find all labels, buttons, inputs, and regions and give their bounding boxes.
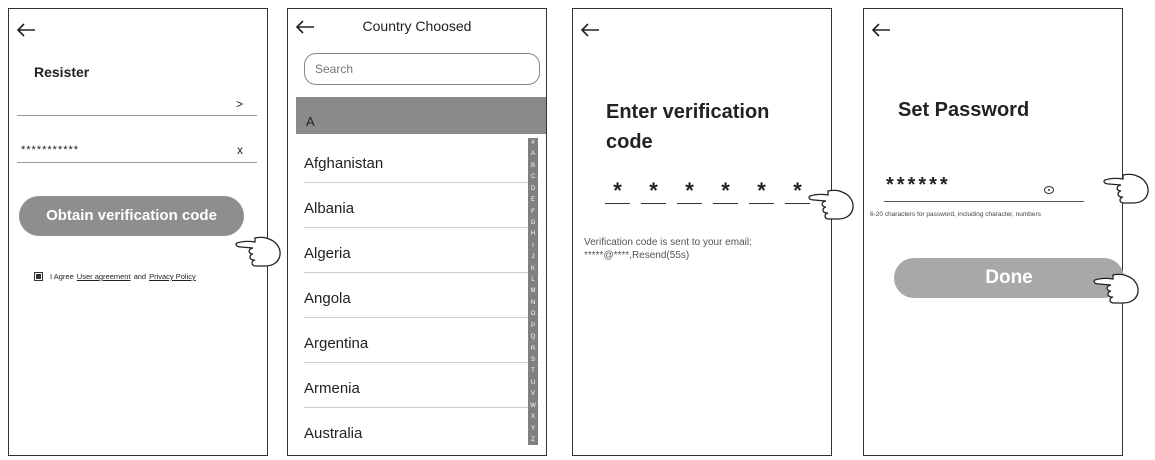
alphabet-letter[interactable]: # — [531, 140, 534, 146]
alphabet-letter[interactable]: I — [532, 243, 534, 249]
password-hint: 6-20 characters for password, including … — [870, 211, 1041, 218]
alphabet-letter[interactable]: R — [531, 346, 535, 352]
alphabet-letter[interactable]: O — [531, 311, 536, 317]
country-item[interactable]: Afghanistan — [304, 138, 539, 183]
alphabet-letter[interactable]: T — [531, 368, 535, 374]
alphabet-letter[interactable]: N — [531, 300, 535, 306]
alphabet-letter[interactable]: A — [531, 151, 535, 157]
country-item[interactable]: Angola — [304, 273, 539, 318]
alphabet-letter[interactable]: V — [531, 391, 535, 397]
set-password-screen: Set Password ****** 6-20 characters for … — [863, 8, 1124, 456]
agreement-row: I Agree User agreement and Privacy Polic… — [34, 272, 196, 281]
country-select-chevron[interactable]: > — [236, 97, 243, 111]
alphabet-letter[interactable]: Y — [531, 426, 535, 432]
country-item[interactable]: Argentina — [304, 318, 539, 363]
code-digit[interactable]: * — [713, 177, 738, 204]
verification-note: Verification code is sent to your email:… — [584, 236, 824, 262]
resend-line[interactable]: *****@****,Resend(55s) — [584, 249, 824, 262]
alphabet-letter[interactable]: P — [531, 323, 535, 329]
checkbox-icon[interactable] — [34, 272, 43, 281]
search-input[interactable] — [304, 53, 540, 85]
code-digit[interactable]: * — [605, 177, 630, 204]
code-digit[interactable]: * — [641, 177, 666, 204]
and-text: and — [133, 272, 147, 281]
pointing-hand-icon — [1103, 173, 1149, 204]
back-arrow-icon[interactable] — [870, 21, 892, 39]
register-title: Resister — [34, 64, 90, 80]
verification-screen: Enter verification code * * * * * * Veri… — [572, 8, 832, 456]
country-title: Country Choosed — [362, 18, 472, 34]
user-agreement-link[interactable]: User agreement — [77, 272, 131, 281]
password-field[interactable]: ****** — [886, 174, 951, 197]
section-header: A — [296, 97, 546, 134]
alphabet-letter[interactable]: M — [531, 288, 536, 294]
alphabet-letter[interactable]: L — [531, 277, 534, 283]
note-line: Verification code is sent to your email: — [584, 237, 752, 248]
alphabet-letter[interactable]: J — [532, 254, 535, 260]
country-item[interactable]: Australia — [304, 408, 539, 453]
pointing-hand-icon — [1093, 273, 1139, 304]
alphabet-letter[interactable]: K — [531, 266, 535, 272]
pointing-hand-icon — [808, 189, 854, 220]
alphabet-letter[interactable]: S — [531, 357, 535, 363]
alphabet-letter[interactable]: H — [531, 231, 535, 237]
back-arrow-icon[interactable] — [579, 21, 601, 39]
pointing-hand-icon — [235, 236, 281, 267]
privacy-policy-link[interactable]: Privacy Policy — [149, 272, 196, 281]
alphabet-letter[interactable]: B — [531, 163, 535, 169]
password-field[interactable]: *********** — [21, 144, 79, 156]
code-digit[interactable]: * — [677, 177, 702, 204]
country-screen: Country Choosed A Afghanistan Albania Al… — [287, 8, 547, 456]
alphabet-letter[interactable]: D — [531, 186, 535, 192]
alphabet-letter[interactable]: F — [531, 209, 535, 215]
alphabet-letter[interactable]: G — [531, 220, 536, 226]
code-digit[interactable]: * — [749, 177, 774, 204]
country-item[interactable]: Armenia — [304, 363, 539, 408]
alphabet-letter[interactable]: C — [531, 174, 535, 180]
alphabet-letter[interactable]: E — [531, 197, 535, 203]
verification-title: Enter verification code — [606, 101, 770, 153]
register-screen: Resister > *********** x Obtain verifica… — [8, 8, 281, 456]
alphabet-index[interactable]: # A B C D E F G H I J K L M N O P Q R S T U V W X Y Z — [528, 138, 538, 445]
alphabet-letter[interactable]: Q — [531, 334, 536, 340]
alphabet-letter[interactable]: Z — [531, 437, 535, 443]
agree-prefix: I Agree — [50, 272, 74, 281]
clear-button[interactable]: x — [237, 143, 243, 157]
alphabet-letter[interactable]: X — [531, 414, 535, 420]
password-title: Set Password — [898, 99, 1030, 121]
alphabet-letter[interactable]: W — [530, 403, 536, 409]
password-underline — [884, 201, 1084, 202]
password-field-underline — [17, 162, 257, 163]
done-button[interactable]: Done — [894, 258, 1124, 298]
code-input[interactable]: * * * * * * — [605, 177, 810, 204]
back-arrow-icon[interactable] — [15, 21, 37, 39]
eye-icon[interactable] — [1044, 186, 1054, 194]
country-item[interactable]: Algeria — [304, 228, 539, 273]
country-item[interactable]: Albania — [304, 183, 539, 228]
account-field-underline[interactable] — [17, 115, 257, 116]
alphabet-letter[interactable]: U — [531, 380, 535, 386]
obtain-code-button[interactable]: Obtain verification code — [19, 196, 244, 236]
code-digit[interactable]: * — [785, 177, 810, 204]
